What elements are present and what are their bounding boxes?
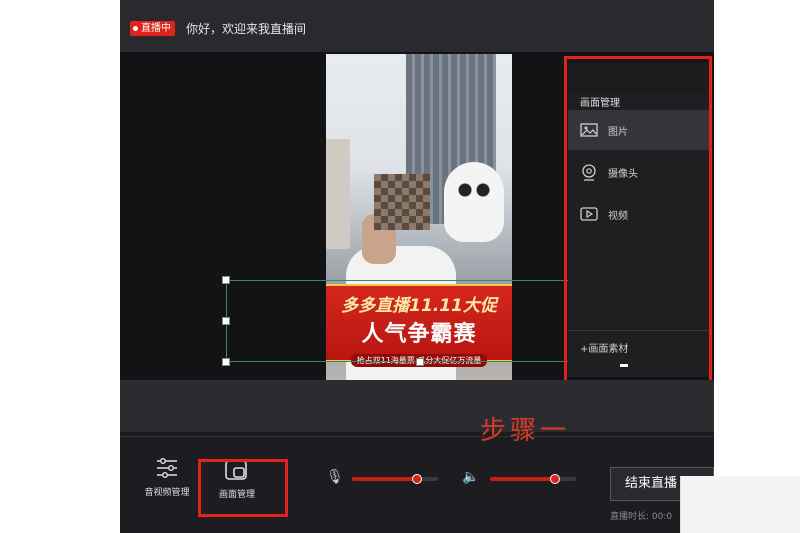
preview-stage: 多多直播11.11大促 人气争霸赛 抢占双11海量票 瓜分大促亿万流量 画面管理… bbox=[120, 52, 714, 384]
live-dot-icon bbox=[133, 26, 138, 31]
microphone-icon: 🎙 bbox=[326, 469, 344, 485]
live-status-badge: 直播中 bbox=[130, 21, 175, 36]
mic-volume-slider[interactable] bbox=[352, 474, 438, 484]
corner-overlay bbox=[680, 476, 800, 533]
top-bar: 直播中 你好，欢迎来我直播间 bbox=[120, 0, 714, 52]
selection-box[interactable] bbox=[226, 280, 582, 362]
av-manage-label: 音视频管理 bbox=[144, 488, 190, 498]
resize-handle-top-left[interactable] bbox=[222, 276, 230, 284]
resize-handle-bottom[interactable] bbox=[416, 358, 424, 366]
bottom-control-bar: 音视频管理 画面管理 🎙 🔈 结束直播 直播时长: 00:0 bbox=[120, 436, 714, 533]
highlight-outline-panel bbox=[564, 56, 712, 384]
speaker-volume-fill bbox=[490, 477, 554, 481]
live-studio-window: 直播中 你好，欢迎来我直播间 多多直播11.11大促 人气争霸赛 抢占双11海量… bbox=[120, 0, 714, 533]
highlight-outline-screen-manage bbox=[198, 459, 288, 517]
sliders-icon bbox=[157, 458, 177, 478]
speaker-volume-knob[interactable] bbox=[550, 474, 560, 484]
streamer-head-mosaic bbox=[374, 174, 430, 230]
av-manage-button[interactable]: 音视频管理 bbox=[132, 457, 202, 498]
step-annotation: 步骤一 bbox=[480, 416, 571, 446]
welcome-text: 你好，欢迎来我直播间 bbox=[186, 22, 307, 36]
resize-handle-bottom-left[interactable] bbox=[222, 358, 230, 366]
live-status-label: 直播中 bbox=[141, 23, 171, 34]
speaker-volume-slider[interactable] bbox=[490, 474, 576, 484]
resize-handle-left[interactable] bbox=[222, 317, 230, 325]
mic-volume-knob[interactable] bbox=[412, 474, 422, 484]
mic-volume-fill bbox=[352, 477, 416, 481]
live-duration: 直播时长: 00:0 bbox=[610, 512, 673, 522]
toolbar-strip bbox=[120, 380, 714, 432]
speaker-icon: 🔈 bbox=[462, 469, 480, 485]
